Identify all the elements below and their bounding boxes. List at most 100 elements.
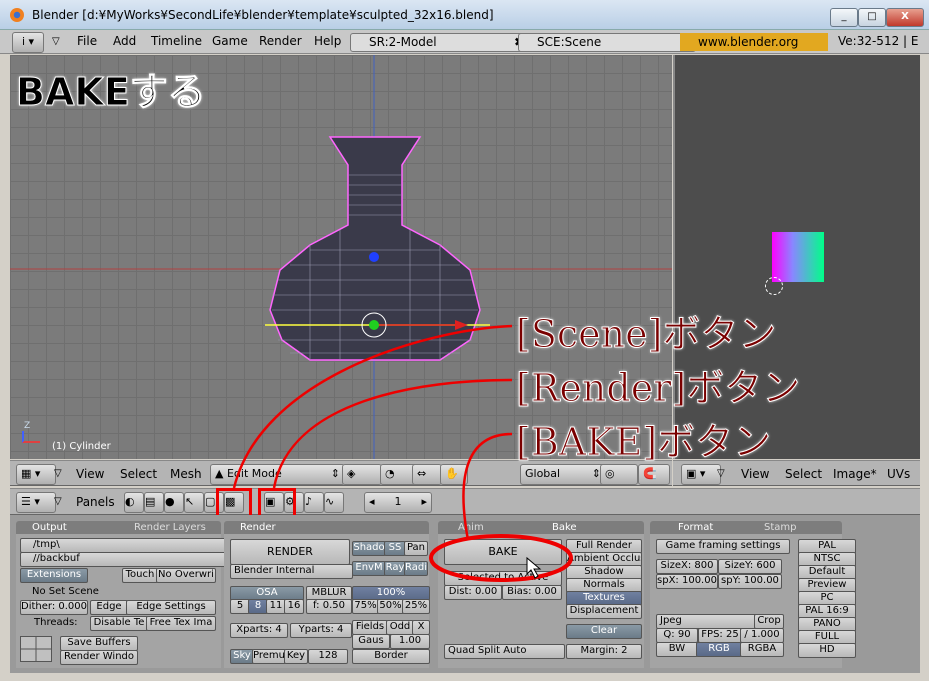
size-50-button[interactable]: 50%: [377, 599, 404, 614]
filter-size-field[interactable]: 1.00: [390, 634, 430, 649]
bake-tab[interactable]: Bake: [552, 521, 577, 534]
game-framing-button[interactable]: Game framing settings: [656, 539, 790, 554]
menu-game[interactable]: Game: [212, 34, 248, 48]
engine-dropdown[interactable]: Blender Internal: [230, 564, 353, 579]
menu-timeline[interactable]: Timeline: [151, 34, 202, 48]
touch-button[interactable]: Touch: [122, 568, 158, 583]
sizey-field[interactable]: SizeY: 600: [718, 559, 782, 574]
bits-dropdown[interactable]: 128: [308, 649, 348, 664]
odd-toggle[interactable]: Odd: [386, 620, 414, 635]
size-75-button[interactable]: 75%: [352, 599, 379, 614]
collapse-triangle-icon[interactable]: ▽: [717, 468, 725, 479]
menu-image[interactable]: Image*: [833, 467, 877, 481]
menu-help[interactable]: Help: [314, 34, 341, 48]
draw-type-button[interactable]: ◈: [342, 464, 382, 485]
shadow-toggle[interactable]: Shado: [352, 541, 386, 556]
filter-dropdown[interactable]: Gaus: [352, 634, 390, 649]
scene-selector[interactable]: SCE:Scene✖: [518, 33, 696, 52]
snap-icon[interactable]: ⇔: [412, 464, 442, 485]
save-buffers-button[interactable]: Save Buffers: [60, 636, 138, 651]
envmap-toggle[interactable]: EnvM: [352, 561, 386, 576]
osa-8[interactable]: 8: [248, 599, 268, 614]
fps-field[interactable]: FPS: 25: [698, 628, 742, 643]
maximize-button[interactable]: □: [858, 8, 886, 27]
preset-hd[interactable]: HD: [798, 643, 856, 658]
extensions-button[interactable]: Extensions: [20, 568, 88, 583]
editor-type-button[interactable]: ▦ ▾: [16, 464, 56, 485]
quad-split-dropdown[interactable]: Quad Split Auto: [444, 644, 565, 659]
displacement-button[interactable]: Displacement: [566, 604, 642, 619]
dist-field[interactable]: Dist: 0.00: [444, 585, 502, 600]
collapse-triangle-icon[interactable]: ▽: [54, 468, 62, 479]
render-tab[interactable]: Render: [240, 521, 276, 534]
x-toggle[interactable]: X: [412, 620, 430, 635]
menu-add[interactable]: Add: [113, 34, 136, 48]
osa-5[interactable]: 5: [230, 599, 250, 614]
stamp-tab[interactable]: Stamp: [764, 521, 797, 534]
no-overwrite-button[interactable]: No Overwri: [156, 568, 216, 583]
bake-button[interactable]: BAKE: [444, 539, 562, 565]
dispview-grid-icon[interactable]: [20, 636, 52, 662]
minimize-button[interactable]: _: [830, 8, 858, 27]
fps-base-field[interactable]: / 1.000: [740, 628, 784, 643]
world-icon[interactable]: ∿: [324, 492, 344, 513]
close-button[interactable]: X: [886, 8, 924, 27]
menu-view[interactable]: View: [76, 467, 104, 481]
yparts-field[interactable]: Yparts: 4: [290, 623, 352, 638]
rgb-button[interactable]: RGB: [696, 642, 742, 657]
blur-factor-field[interactable]: f: 0.50: [306, 599, 352, 614]
output-tab[interactable]: Output: [32, 521, 67, 534]
hand-icon[interactable]: ✋: [440, 464, 468, 485]
size-25-button[interactable]: 25%: [402, 599, 430, 614]
xparts-field[interactable]: Xparts: 4: [230, 623, 288, 638]
border-button[interactable]: Border: [352, 649, 430, 664]
crop-toggle[interactable]: Crop: [754, 614, 784, 629]
uv-cursor-icon[interactable]: [765, 277, 783, 295]
collapse-triangle-icon[interactable]: ▽: [54, 496, 62, 507]
render-button[interactable]: RENDER: [230, 539, 350, 565]
script-icon[interactable]: ▤: [144, 492, 164, 513]
proportional-icon[interactable]: ◎: [600, 464, 638, 485]
menu-file[interactable]: File: [77, 34, 97, 48]
object-icon[interactable]: ↖: [184, 492, 204, 513]
osa-16[interactable]: 16: [284, 599, 304, 614]
format-dropdown[interactable]: Jpeg: [656, 614, 757, 629]
edge-button[interactable]: Edge: [90, 600, 128, 615]
pan-toggle[interactable]: Pan: [404, 541, 428, 556]
backbuf-path-field[interactable]: //backbuf: [20, 552, 229, 567]
dither-field[interactable]: Dither: 0.000: [20, 600, 88, 615]
info-icon[interactable]: i ▾: [12, 32, 44, 53]
ray-toggle[interactable]: Ray: [384, 561, 406, 576]
clear-toggle[interactable]: Clear: [566, 624, 642, 639]
sky-button[interactable]: Sky: [230, 649, 254, 664]
aspy-field[interactable]: spY: 100.00: [718, 574, 782, 589]
key-button[interactable]: Key: [284, 649, 308, 664]
bw-button[interactable]: BW: [656, 642, 698, 657]
output-path-field[interactable]: /tmp\: [20, 538, 229, 553]
menu-select[interactable]: Select: [785, 467, 822, 481]
ss-toggle[interactable]: SS: [384, 541, 406, 556]
osa-11[interactable]: 11: [266, 599, 286, 614]
anim-tab[interactable]: Anim: [458, 521, 484, 534]
selected-to-active-toggle[interactable]: Selected to Active: [444, 571, 562, 586]
editor-type-button[interactable]: ☰ ▾: [16, 492, 56, 513]
collapse-triangle-icon[interactable]: ▽: [52, 36, 60, 47]
orientation-dropdown[interactable]: Global ⇕: [520, 464, 606, 485]
menu-view[interactable]: View: [741, 467, 769, 481]
shading-icon[interactable]: ●: [164, 492, 184, 513]
sizex-field[interactable]: SizeX: 800: [656, 559, 718, 574]
render-layers-tab[interactable]: Render Layers: [134, 521, 206, 534]
snap-toggle-icon[interactable]: 🧲: [638, 464, 670, 485]
menu-select[interactable]: Select: [120, 467, 157, 481]
radio-toggle[interactable]: Radi: [404, 561, 428, 576]
menu-uvs[interactable]: UVs: [887, 467, 910, 481]
editor-type-button[interactable]: ▣ ▾: [681, 464, 721, 485]
fields-toggle[interactable]: Fields: [352, 620, 388, 635]
quality-field[interactable]: Q: 90: [656, 628, 698, 643]
premul-button[interactable]: Premu: [252, 649, 286, 664]
logic-icon[interactable]: ◐: [124, 492, 144, 513]
disable-tex-button[interactable]: Disable Te: [90, 616, 148, 631]
menu-mesh[interactable]: Mesh: [170, 467, 202, 481]
screen-selector[interactable]: SR:2-Model✖: [350, 33, 528, 52]
frame-field[interactable]: ◂ 1 ▸: [364, 492, 432, 513]
